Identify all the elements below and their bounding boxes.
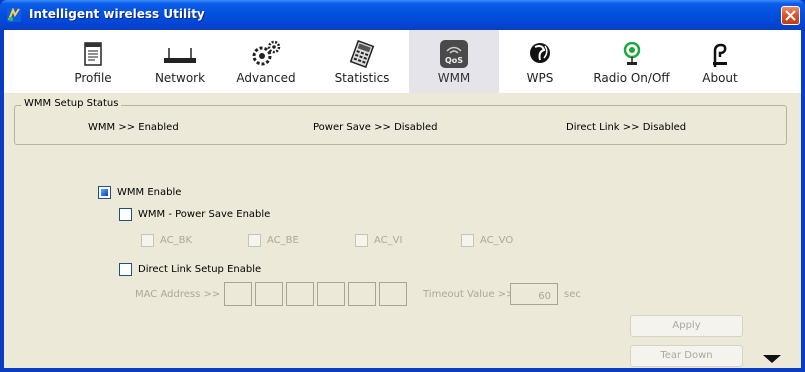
checkbox-label: AC_VI — [374, 235, 403, 246]
mac-address-field-5[interactable] — [348, 282, 376, 306]
mac-address-field-3[interactable] — [286, 282, 314, 306]
wps-icon — [528, 40, 552, 69]
toolbar: Profile Network Advanced Statistics QoS … — [4, 30, 801, 93]
profile-icon — [84, 42, 102, 69]
title-bar[interactable]: Intelligent wireless Utility — [0, 0, 805, 30]
group-title: WMM Setup Status — [21, 98, 122, 109]
close-button[interactable] — [781, 6, 800, 25]
checkbox-box[interactable] — [355, 234, 368, 247]
checkbox-label: Direct Link Setup Enable — [138, 264, 262, 275]
radio-icon — [621, 41, 643, 69]
app-icon — [7, 7, 21, 22]
timeout-unit: sec — [564, 289, 581, 300]
network-icon — [163, 46, 197, 67]
window-title: Intelligent wireless Utility — [29, 7, 205, 21]
toolbar-item-about[interactable]: About — [694, 30, 746, 93]
expand-arrow-icon[interactable] — [763, 353, 781, 366]
toolbar-label: Statistics — [334, 71, 390, 85]
client-area: Profile Network Advanced Statistics QoS … — [4, 30, 801, 368]
power-save-enable-checkbox[interactable]: WMM - Power Save Enable — [119, 208, 270, 221]
toolbar-label: Profile — [74, 71, 112, 85]
advanced-icon — [250, 39, 282, 70]
toolbar-label: Network — [154, 71, 206, 85]
wmm-enable-checkbox[interactable]: WMM Enable — [98, 186, 181, 199]
wmm-panel: WMM Setup Status WMM >> Enabled Power Sa… — [4, 93, 801, 368]
checkbox-box[interactable] — [98, 186, 111, 199]
timeout-input[interactable]: 60 — [510, 283, 558, 305]
toolbar-label: WMM — [437, 71, 471, 85]
checkbox-label: WMM - Power Save Enable — [138, 209, 271, 220]
checkbox-box[interactable] — [248, 234, 261, 247]
checkbox-box[interactable] — [119, 208, 132, 221]
toolbar-item-advanced[interactable]: Advanced — [233, 30, 299, 93]
mac-address-field-4[interactable] — [317, 282, 345, 306]
direct-link-status: Direct Link >> Disabled — [566, 122, 687, 133]
toolbar-label: Radio On/Off — [593, 71, 670, 85]
statistics-icon — [348, 39, 376, 71]
ac-be-checkbox[interactable]: AC_BE — [248, 234, 299, 247]
toolbar-item-radio[interactable]: Radio On/Off — [584, 30, 679, 93]
ac-vo-checkbox[interactable]: AC_VO — [461, 234, 513, 247]
toolbar-label: About — [702, 71, 738, 85]
svg-text:QoS: QoS — [445, 56, 463, 65]
apply-button[interactable]: Apply — [630, 315, 743, 337]
about-icon — [712, 43, 728, 72]
tear-down-button[interactable]: Tear Down — [630, 345, 743, 367]
app-window: Intelligent wireless Utility Profile Net… — [0, 0, 805, 372]
timeout-label: Timeout Value >> — [423, 289, 515, 300]
toolbar-label: Advanced — [236, 71, 296, 85]
checkbox-box[interactable] — [141, 234, 154, 247]
close-icon — [785, 10, 796, 21]
wmm-status-group: WMM Setup Status WMM >> Enabled Power Sa… — [14, 98, 787, 145]
mac-address-label: MAC Address >> — [135, 289, 221, 300]
checkbox-label: AC_BK — [160, 235, 193, 246]
checkbox-label: WMM Enable — [117, 187, 182, 198]
mac-address-field-6[interactable] — [379, 282, 407, 306]
toolbar-label: WPS — [526, 71, 554, 85]
toolbar-item-profile[interactable]: Profile — [60, 30, 126, 93]
checkbox-label: AC_VO — [480, 235, 514, 246]
checkbox-label: AC_BE — [267, 235, 299, 246]
checkbox-box[interactable] — [461, 234, 474, 247]
mac-address-field-2[interactable] — [255, 282, 283, 306]
toolbar-item-wps[interactable]: WPS — [511, 30, 569, 93]
checkbox-box[interactable] — [119, 263, 132, 276]
ac-bk-checkbox[interactable]: AC_BK — [141, 234, 192, 247]
wmm-status: WMM >> Enabled — [88, 122, 179, 133]
mac-address-field-1[interactable] — [224, 282, 252, 306]
toolbar-item-statistics[interactable]: Statistics — [324, 30, 400, 93]
toolbar-item-wmm[interactable]: QoS WMM — [409, 30, 499, 93]
wmm-icon: QoS — [439, 39, 469, 72]
power-save-status: Power Save >> Disabled — [313, 122, 438, 133]
toolbar-item-network[interactable]: Network — [147, 30, 213, 93]
direct-link-enable-checkbox[interactable]: Direct Link Setup Enable — [119, 263, 261, 276]
ac-vi-checkbox[interactable]: AC_VI — [355, 234, 402, 247]
